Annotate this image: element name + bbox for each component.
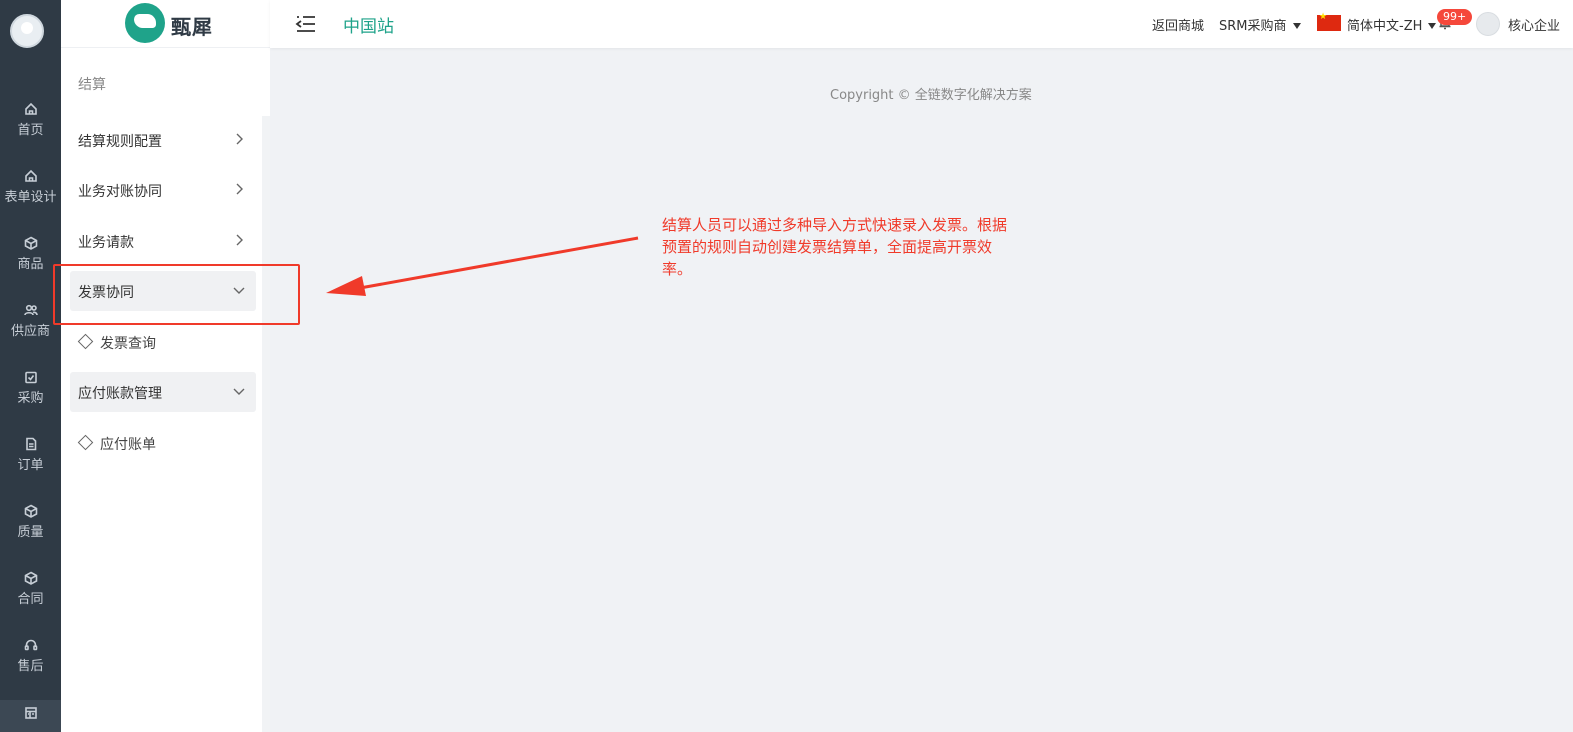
menu-item-payables-management[interactable]: 应付账款管理 — [70, 372, 256, 412]
role-dropdown[interactable]: SRM采购商 — [1219, 15, 1301, 34]
rail-item-settlement[interactable] — [0, 700, 61, 732]
table-icon — [0, 706, 61, 726]
annotation-highlight-box — [53, 264, 300, 325]
diamond-icon — [77, 333, 94, 350]
menu-item-reconciliation[interactable]: 业务对账协同 — [70, 170, 256, 210]
rail-item-label: 供应商 — [10, 324, 50, 339]
diamond-icon — [77, 434, 94, 451]
site-name[interactable]: 中国站 — [343, 12, 394, 37]
menu-item-settlement-rules[interactable]: 结算规则配置 — [70, 120, 256, 160]
chevron-right-icon — [232, 233, 246, 247]
menu-item-label: 业务请款 — [78, 235, 134, 251]
copyright-text: Copyright © 全链数字化解决方案 — [830, 88, 1032, 103]
annotation-arrow — [326, 236, 639, 296]
rail-item-label: 首页 — [17, 123, 44, 138]
back-to-mall-link[interactable]: 返回商城 — [1152, 15, 1204, 34]
chevron-down-icon — [232, 384, 246, 398]
sidebar-scrollbar[interactable] — [262, 116, 270, 732]
rail-item-label: 合同 — [17, 592, 44, 607]
rail-item-label: 表单设计 — [4, 190, 57, 205]
rail-item-label: 商品 — [17, 257, 44, 272]
menu-item-label: 业务对账协同 — [78, 184, 162, 200]
home-icon — [0, 102, 61, 122]
collapse-menu-icon[interactable] — [295, 14, 317, 34]
caret-down-icon — [1292, 23, 1301, 29]
chevron-right-icon — [232, 182, 246, 196]
rail-item-label: 订单 — [17, 458, 44, 473]
cube-icon — [0, 571, 61, 591]
check-box-icon — [0, 370, 61, 390]
chevron-right-icon — [232, 132, 246, 146]
rail-item-contract[interactable]: 合同 — [0, 565, 61, 627]
app-rail: 首页 表单设计 商品 供应商 采购 订单 质量 合同 售后 — [0, 0, 61, 732]
menu-item-label: 应付账款管理 — [78, 386, 162, 402]
rail-item-supplier[interactable]: 供应商 — [0, 297, 61, 359]
users-icon — [0, 303, 61, 323]
top-header: 中国站 返回商城 SRM采购商 简体中文-ZH 99+ 核心企业 — [270, 0, 1573, 48]
menu-item-payment-request[interactable]: 业务请款 — [70, 221, 256, 261]
language-label: 简体中文-ZH — [1347, 19, 1423, 34]
rail-item-goods[interactable]: 商品 — [0, 230, 61, 292]
sidebar-title: 结算 — [78, 77, 106, 93]
submenu-item-label: 发票查询 — [100, 336, 156, 352]
rail-item-label: 售后 — [17, 659, 44, 674]
logo-text: 甄犀 — [171, 15, 213, 39]
company-name[interactable]: 核心企业 — [1508, 15, 1560, 34]
secondary-sidebar: 甄犀 结算 结算规则配置 业务对账协同 业务请款 发票协同 发票查询 应付账款管… — [61, 0, 270, 732]
annotation-text: 结算人员可以通过多种导入方式快速录入发票。根据预置的规则自动创建发票结算单，全面… — [662, 216, 1008, 278]
rail-item-label: 采购 — [17, 391, 44, 406]
cube-icon — [0, 504, 61, 524]
china-flag-icon — [1317, 12, 1341, 31]
rail-avatar[interactable] — [10, 14, 44, 48]
rail-item-home[interactable]: 首页 — [0, 96, 61, 158]
headset-icon — [0, 638, 61, 658]
rail-item-form-design[interactable]: 表单设计 — [0, 163, 61, 225]
rail-item-purchase[interactable]: 采购 — [0, 364, 61, 426]
logo[interactable]: 甄犀 — [61, 0, 270, 48]
language-dropdown[interactable]: 简体中文-ZH — [1347, 15, 1437, 34]
caret-down-icon — [1428, 23, 1437, 29]
rail-item-order[interactable]: 订单 — [0, 431, 61, 493]
rail-item-label: 质量 — [17, 525, 44, 540]
document-icon — [0, 437, 61, 457]
rail-item-quality[interactable]: 质量 — [0, 498, 61, 560]
notification-badge: 99+ — [1437, 9, 1473, 25]
cube-icon — [0, 236, 61, 256]
rhino-logo-icon — [125, 3, 165, 43]
role-label: SRM采购商 — [1219, 19, 1287, 34]
rail-item-after-sales[interactable]: 售后 — [0, 632, 61, 694]
submenu-item-label: 应付账单 — [100, 437, 156, 453]
home-icon — [0, 169, 61, 189]
user-avatar[interactable] — [1476, 12, 1500, 36]
menu-item-label: 结算规则配置 — [78, 134, 162, 150]
